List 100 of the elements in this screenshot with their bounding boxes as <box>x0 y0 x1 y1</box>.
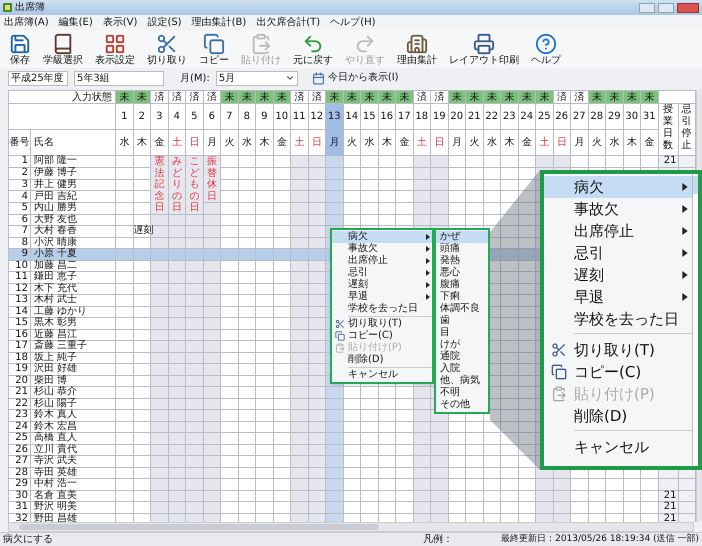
submenu-item[interactable]: 他、病気 <box>436 375 488 387</box>
menu-item[interactable]: 事故欠 <box>544 198 692 220</box>
menu-bar-item[interactable]: 表示(V) <box>102 18 138 28</box>
submenu-item[interactable]: 目 <box>436 327 488 339</box>
submenu-item[interactable]: 歯 <box>436 315 488 327</box>
scrollbar-thumb[interactable] <box>19 524 379 530</box>
student-name-cell[interactable]: 阿部 隆一 <box>30 156 116 168</box>
menu-item[interactable]: 病欠 <box>332 231 432 243</box>
show-from-today-button[interactable]: 今日から表示(I) <box>312 72 399 84</box>
student-name-cell[interactable]: 小原 千夏 <box>30 248 116 260</box>
menu-item[interactable]: 削除(D) <box>544 405 692 427</box>
student-name-cell[interactable]: 伊藤 博子 <box>30 167 116 179</box>
student-name-cell[interactable]: 木下 充代 <box>30 283 116 294</box>
submenu-item[interactable]: 通院 <box>436 351 488 363</box>
menu-item[interactable]: 事故欠 <box>332 243 432 255</box>
submenu-item[interactable]: けが <box>436 339 488 351</box>
input-status-cell: 済 <box>203 90 220 104</box>
menu-item[interactable]: 早退 <box>332 291 432 303</box>
window-title: 出席簿 <box>15 2 45 12</box>
school-year-field[interactable]: 平成25年度 <box>8 70 68 86</box>
toolbar-button[interactable]: レイアウト印刷 <box>444 33 524 67</box>
student-name-cell[interactable]: 野沢 明美 <box>30 502 116 513</box>
student-name-cell[interactable]: 沢田 好雄 <box>30 364 116 375</box>
submenu-item[interactable]: 腹痛 <box>436 279 488 291</box>
menu-item[interactable]: 学校を去った日 <box>544 308 692 330</box>
weekday-cell: 月 <box>448 130 466 156</box>
toolbar-button[interactable]: 元に戻す <box>288 33 338 67</box>
toolbar-button[interactable]: 表示設定 <box>90 33 140 67</box>
maximize-button[interactable] <box>658 2 674 12</box>
toolbar-button[interactable]: 保存 <box>4 33 36 67</box>
menu-item[interactable]: 切り取り(T) <box>544 339 692 361</box>
submenu-item[interactable]: 悪心 <box>436 267 488 279</box>
student-name-cell[interactable]: 加藤 昌二 <box>30 260 116 272</box>
student-name-cell[interactable]: 戸田 吉紀 <box>30 190 116 202</box>
toolbar-button[interactable]: 切り取り <box>142 33 192 67</box>
toolbar-button[interactable]: コピー <box>194 33 234 67</box>
student-name-cell[interactable]: 杉山 陽子 <box>30 398 116 410</box>
student-name-cell[interactable]: 杉山 恭介 <box>30 386 116 398</box>
menu-item[interactable]: 忌引 <box>332 267 432 279</box>
menu-item[interactable]: 病欠 <box>544 176 692 198</box>
student-name-cell[interactable]: 木村 武士 <box>30 294 116 306</box>
submenu-item[interactable]: 入院 <box>436 363 488 375</box>
menu-item[interactable]: キャンセル <box>332 369 432 381</box>
submenu-item[interactable]: その他 <box>436 399 488 411</box>
copy-icon <box>203 33 225 55</box>
minimize-button[interactable] <box>639 2 655 12</box>
menu-item[interactable]: 切り取り(T) <box>332 318 432 330</box>
submenu-item[interactable]: 不明 <box>436 387 488 399</box>
menu-bar-item[interactable]: ヘルプ(H) <box>330 18 376 28</box>
menu-item[interactable]: 忌引 <box>544 242 692 264</box>
student-name-cell[interactable]: 黒木 彰男 <box>30 318 116 329</box>
menu-item[interactable]: 学校を去った日 <box>332 303 432 315</box>
submenu-item[interactable]: 体調不良 <box>436 303 488 315</box>
student-name-cell[interactable]: 内山 勝男 <box>30 202 116 214</box>
menu-bar-item[interactable]: 出席簿(A) <box>4 18 49 28</box>
menu-bar-item[interactable]: 出欠席合計(T) <box>256 18 320 28</box>
student-name-cell[interactable]: 大村 春香 <box>30 226 116 237</box>
submenu-item[interactable]: かぜ <box>436 231 488 243</box>
weekday-cell: 日 <box>186 130 203 156</box>
student-name-cell[interactable]: 鈴木 宏昌 <box>30 421 116 432</box>
submenu-item[interactable]: 下痢 <box>436 291 488 303</box>
number-cell: 15 <box>8 318 30 329</box>
student-name-cell[interactable]: 高橋 直人 <box>30 432 116 444</box>
student-name-cell[interactable]: 立川 貴代 <box>30 444 116 456</box>
menu-item[interactable]: 遅刻 <box>544 264 692 286</box>
toolbar-button[interactable]: ヘルプ <box>526 33 566 67</box>
day-number-cell: 1 <box>116 104 133 130</box>
menu-item[interactable]: コピー(C) <box>332 330 432 342</box>
menu-item[interactable]: 出席停止 <box>332 255 432 267</box>
menu-bar-item[interactable]: 理由集計(B) <box>192 18 246 28</box>
student-name-cell[interactable]: 寺田 英雄 <box>30 467 116 478</box>
student-name-cell[interactable]: 鈴木 真人 <box>30 410 116 421</box>
month-select[interactable]: 5月 <box>216 70 298 86</box>
weekday-cell: 日 <box>308 130 326 156</box>
menu-item[interactable]: 遅刻 <box>332 279 432 291</box>
submenu-item[interactable]: 頭痛 <box>436 243 488 255</box>
student-name-cell[interactable]: 工藤 ゆかり <box>30 306 116 318</box>
menu-item[interactable]: 削除(D) <box>332 354 432 366</box>
student-name-cell[interactable]: 坂上 純子 <box>30 352 116 364</box>
menu-bar-item[interactable]: 設定(S) <box>147 18 182 28</box>
menu-item[interactable]: キャンセル <box>544 436 692 458</box>
horizontal-scrollbar[interactable] <box>8 522 694 532</box>
submenu-item[interactable]: 発熱 <box>436 255 488 267</box>
student-name-cell[interactable]: 鎌田 恵子 <box>30 272 116 283</box>
student-name-cell[interactable]: 大野 友也 <box>30 214 116 226</box>
menu-item[interactable]: 早退 <box>544 286 692 308</box>
student-name-cell[interactable]: 名倉 直美 <box>30 490 116 502</box>
student-name-cell[interactable]: 柴田 博 <box>30 375 116 386</box>
menu-item[interactable]: コピー(C) <box>544 361 692 383</box>
student-name-cell[interactable]: 井上 健男 <box>30 179 116 191</box>
menu-item[interactable]: 出席停止 <box>544 220 692 242</box>
close-button[interactable] <box>677 2 699 12</box>
class-field[interactable]: 5年3組 <box>74 70 164 86</box>
student-name-cell[interactable]: 近藤 昌江 <box>30 329 116 340</box>
student-name-cell[interactable]: 寺沢 武夫 <box>30 456 116 467</box>
student-name-cell[interactable]: 斎藤 三重子 <box>30 340 116 352</box>
toolbar-button[interactable]: 学級選択 <box>38 33 88 67</box>
toolbar-button[interactable]: 理由集計 <box>392 33 442 67</box>
menu-bar-item[interactable]: 編集(E) <box>58 18 93 28</box>
student-name-cell[interactable]: 中村 浩一 <box>30 478 116 490</box>
